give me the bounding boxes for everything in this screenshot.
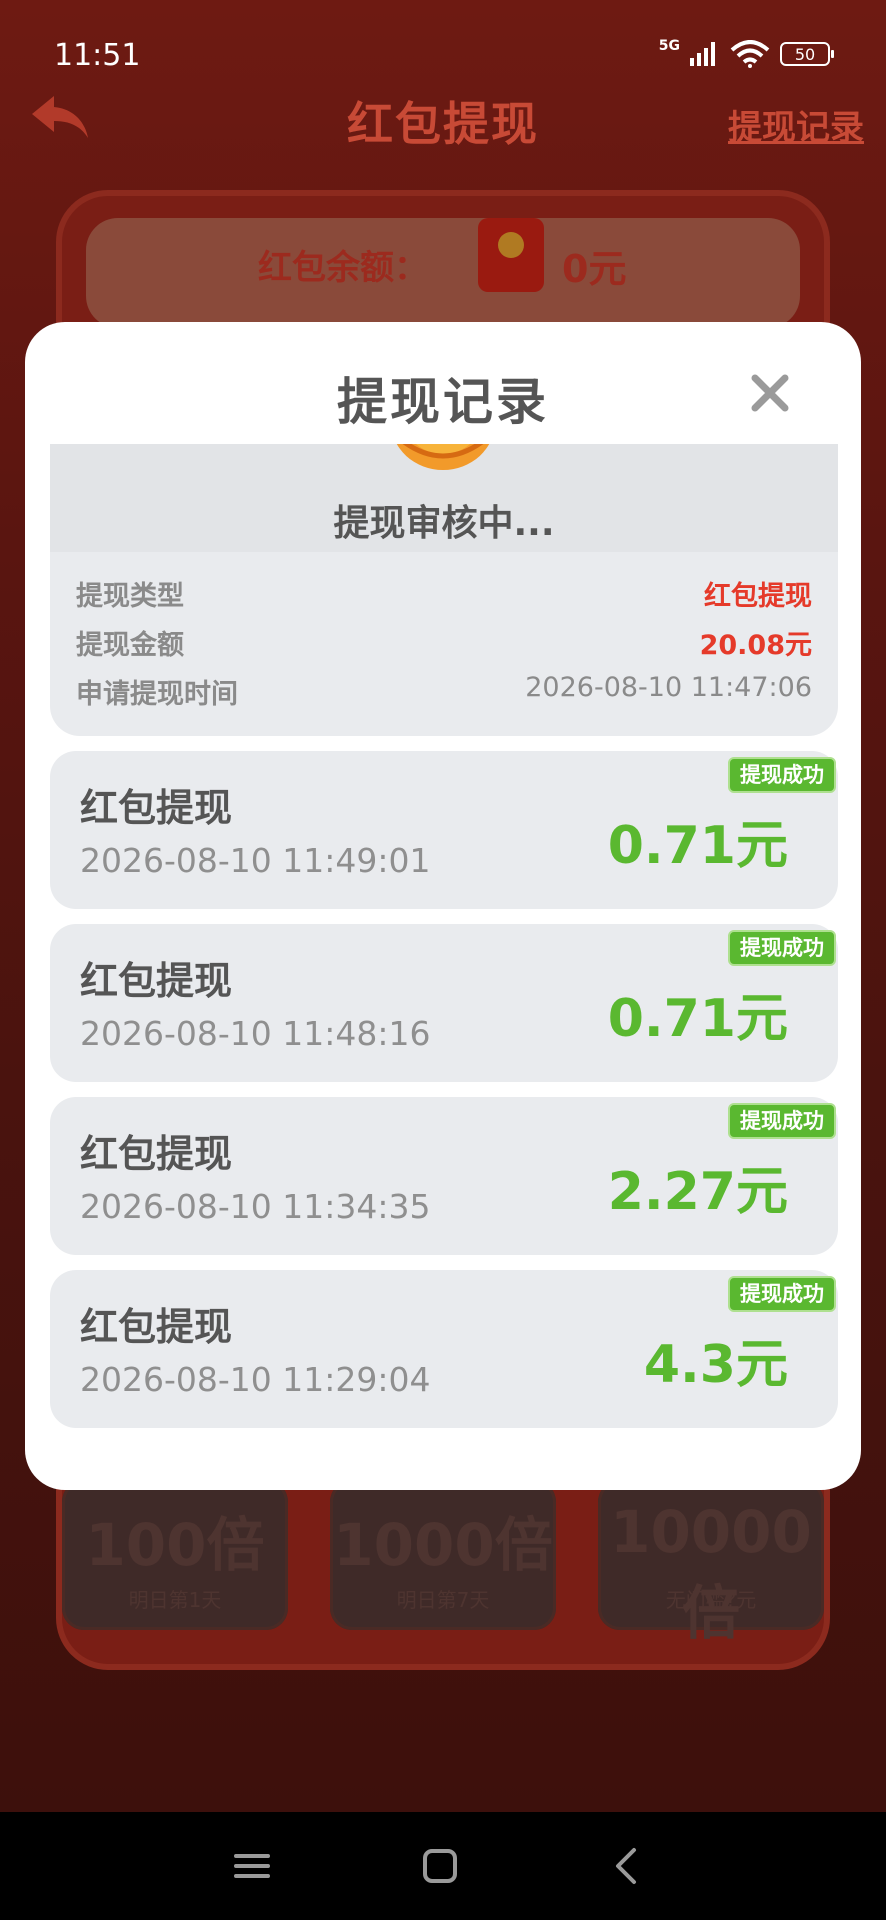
record-card: 红包提现 2026-08-10 11:49:01 0.71元 提现成功 [50, 751, 838, 909]
signal-icon [690, 42, 715, 66]
detail-value: 20.08元 [699, 630, 812, 661]
battery-icon: 50 [780, 42, 834, 66]
record-amount: 0.71元 [607, 816, 788, 876]
detail-row: 提现金额 20.08元 [76, 623, 812, 663]
record-name: 红包提现 [80, 1132, 233, 1176]
record-name: 红包提现 [80, 959, 233, 1003]
status-badge: 提现成功 [728, 757, 836, 793]
record-time: 2026-08-10 11:49:01 [80, 841, 431, 880]
multiplier-tile[interactable]: 10000倍 无门槛?元 [598, 1480, 824, 1647]
records-list[interactable]: 提现审核中... 提现类型 红包提现 提现金额 20.08元 申请提现时间 20… [50, 444, 838, 1444]
coin-icon [396, 444, 490, 470]
detail-row: 申请提现时间 2026-08-10 11:47:06 [76, 672, 812, 712]
detail-value: 红包提现 [704, 581, 812, 612]
menu-icon[interactable] [228, 1842, 276, 1890]
home-icon[interactable] [416, 1842, 464, 1890]
balance-value: 0元 [562, 247, 627, 291]
network-type: 5G [658, 38, 680, 54]
record-time: 2026-08-10 11:48:16 [80, 1014, 431, 1053]
detail-value: 2026-08-10 11:47:06 [525, 672, 812, 703]
withdrawal-records-modal: 提现记录 提现审核中... 提现类型 红包提现 提现金额 20.08元 申请提现… [25, 322, 861, 1490]
multiplier-caption: 明日第7天 [396, 1588, 490, 1612]
multiplier-value: 100倍 [85, 1511, 265, 1579]
pending-withdrawal-card: 提现审核中... 提现类型 红包提现 提现金额 20.08元 申请提现时间 20… [50, 444, 838, 736]
balance-box [86, 218, 800, 328]
wifi-icon [730, 40, 770, 68]
record-time: 2026-08-10 11:34:35 [80, 1187, 431, 1226]
multiplier-caption: 无门槛?元 [665, 1588, 757, 1612]
record-name: 红包提现 [80, 1305, 233, 1349]
status-badge: 提现成功 [728, 1103, 836, 1139]
red-packet-icon [478, 218, 544, 292]
balance-label: 红包余额： [258, 248, 428, 288]
record-name: 红包提现 [80, 786, 233, 830]
record-amount: 4.3元 [643, 1335, 788, 1395]
status-time: 11:51 [54, 38, 141, 73]
multiplier-tile[interactable]: 1000倍 明日第7天 [330, 1480, 556, 1630]
multiplier-value: 10000倍 [610, 1498, 812, 1647]
status-icons: 5G 50 [658, 38, 834, 68]
multiplier-caption: 明日第1天 [128, 1588, 222, 1612]
record-card: 红包提现 2026-08-10 11:29:04 4.3元 提现成功 [50, 1270, 838, 1428]
status-badge: 提现成功 [728, 930, 836, 966]
detail-row: 提现类型 红包提现 [76, 574, 812, 614]
multiplier-value: 1000倍 [333, 1511, 553, 1579]
record-card: 红包提现 2026-08-10 11:34:35 2.27元 提现成功 [50, 1097, 838, 1255]
detail-key: 提现类型 [76, 581, 184, 612]
record-card: 红包提现 2026-08-10 11:48:16 0.71元 提现成功 [50, 924, 838, 1082]
back-icon[interactable] [604, 1842, 652, 1890]
pending-status: 提现审核中... [333, 503, 555, 544]
close-icon[interactable] [747, 370, 793, 416]
multiplier-tile[interactable]: 100倍 明日第1天 [62, 1480, 288, 1630]
detail-key: 申请提现时间 [76, 679, 238, 710]
record-time: 2026-08-10 11:29:04 [80, 1360, 431, 1399]
modal-title: 提现记录 [337, 373, 549, 431]
status-badge: 提现成功 [728, 1276, 836, 1312]
detail-key: 提现金额 [76, 630, 184, 661]
system-nav-bar [0, 1812, 886, 1920]
record-amount: 2.27元 [607, 1162, 788, 1222]
battery-level: 50 [794, 44, 816, 64]
record-link[interactable]: 提现记录 [728, 100, 864, 149]
record-amount: 0.71元 [607, 989, 788, 1049]
